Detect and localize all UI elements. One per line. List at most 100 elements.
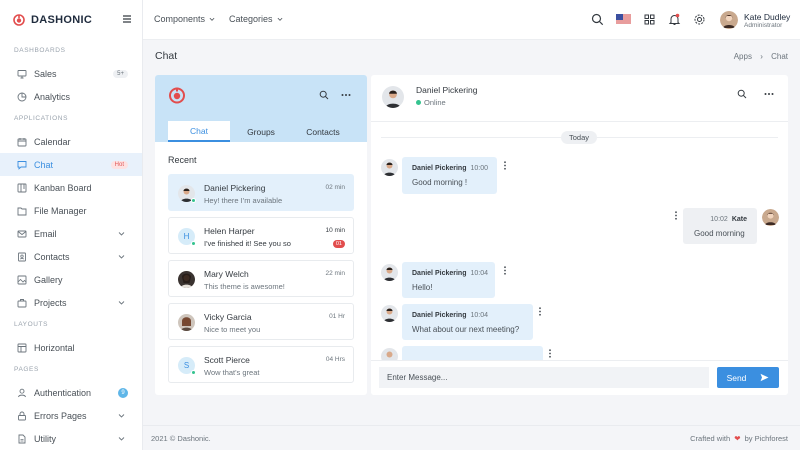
components-menu[interactable]: Components <box>154 14 215 24</box>
more-vertical-icon[interactable] <box>548 349 552 358</box>
sidebar-item-sales[interactable]: Sales 5+ <box>0 62 142 85</box>
message-bubble: Daniel Pickering 10:04 What about our nex… <box>402 304 533 340</box>
message-text: Good morning <box>694 229 745 238</box>
section-title-applications: APPLICATIONS <box>14 115 69 122</box>
conversation-name: Mary Welch <box>204 269 249 279</box>
conversation-time: 22 min <box>325 270 345 277</box>
section-title-dashboards: DASHBOARDS <box>14 47 66 54</box>
message-input[interactable] <box>379 367 709 388</box>
sender-name: Daniel Pickering <box>412 270 467 277</box>
send-button[interactable]: Send <box>717 367 779 388</box>
gear-icon[interactable] <box>693 13 706 26</box>
categories-menu[interactable]: Categories <box>229 14 283 24</box>
list-item[interactable]: S Scott Pierce Wow that's great 04 Hrs <box>168 346 354 383</box>
sidebar-item-label: Gallery <box>34 274 63 285</box>
recent-label: Recent <box>168 155 197 165</box>
list-item[interactable]: Daniel Pickering Hey! there I'm availabl… <box>168 174 354 211</box>
sender-name: Daniel Pickering <box>412 312 467 319</box>
sidebar-item-label: Email <box>34 228 57 239</box>
send-button-label: Send <box>726 372 747 383</box>
more-horizontal-icon[interactable] <box>341 93 351 97</box>
credits-prefix: Crafted with <box>690 434 731 443</box>
sidebar-item-label: Utility <box>34 433 56 444</box>
mail-icon <box>17 230 27 237</box>
online-status-dot <box>416 100 421 105</box>
conversation-preview: Wow that's great <box>204 368 260 377</box>
brand-name: DASHONIC <box>31 14 93 26</box>
sidebar-item-horizontal[interactable]: Horizontal <box>0 336 142 359</box>
sidebar-item-errors-pages[interactable]: Errors Pages <box>0 404 142 427</box>
bell-icon[interactable] <box>668 13 681 26</box>
chat-list-header: Chat Groups Contacts <box>155 75 367 142</box>
avatar <box>381 264 398 281</box>
sidebar-item-label: Analytics <box>34 91 71 102</box>
conversation-time: 02 min <box>325 184 345 191</box>
avatar <box>382 86 404 108</box>
page-title: Chat <box>155 50 178 62</box>
file-icon <box>18 434 26 443</box>
conversation-name: Daniel Pickering <box>204 183 266 193</box>
message-composer: Send <box>371 360 788 395</box>
sidebar-item-file-manager[interactable]: File Manager <box>0 199 142 222</box>
apps-grid-icon[interactable] <box>643 13 656 26</box>
day-separator: Today <box>561 131 598 144</box>
user-info: Kate Dudley Administrator <box>744 12 790 29</box>
sidebar-item-utility[interactable]: Utility <box>0 427 142 450</box>
us-flag-icon[interactable] <box>616 14 631 25</box>
conversation-preview: I've finished it! See you so <box>204 239 291 248</box>
list-item[interactable]: H Helen Harper I've finished it! See you… <box>168 217 354 254</box>
message-time: 10:02 <box>710 216 728 223</box>
heart-icon: ❤ <box>734 434 741 443</box>
conversation-header: Daniel Pickering Online <box>371 75 788 122</box>
brand[interactable]: DASHONIC <box>0 0 142 40</box>
top-navigation: Components Categories <box>154 14 283 24</box>
conversation-preview: Hey! there I'm available <box>204 196 283 205</box>
sidebar-item-chat[interactable]: Chat Hot <box>0 153 142 176</box>
tab-contacts[interactable]: Contacts <box>292 121 354 142</box>
message-text: Good morning ! <box>412 178 468 187</box>
chevron-down-icon <box>118 437 125 441</box>
more-vertical-icon[interactable] <box>674 211 678 220</box>
sidebar-item-email[interactable]: Email <box>0 222 142 245</box>
breadcrumb-apps[interactable]: Apps <box>734 52 752 61</box>
list-item[interactable]: Mary Welch This theme is awesome! 22 min <box>168 260 354 297</box>
credits-suffix: by Pichforest <box>744 434 788 443</box>
authentication-badge: 9 <box>118 387 128 398</box>
sidebar-item-kanban-board[interactable]: Kanban Board <box>0 176 142 199</box>
sidebar-item-authentication[interactable]: Authentication 9 <box>0 381 142 404</box>
chat-hot-badge: Hot <box>110 160 128 169</box>
sidebar-item-contacts[interactable]: Contacts <box>0 245 142 268</box>
layout-icon <box>17 343 27 352</box>
hamburger-menu-icon[interactable] <box>122 14 132 24</box>
search-icon[interactable] <box>591 13 604 26</box>
sidebar-item-calendar[interactable]: Calendar <box>0 130 142 153</box>
credits: Crafted with ❤ by Pichforest <box>690 434 788 443</box>
topbar: Components Categories Kate Dudley Admini… <box>143 0 800 40</box>
message-bubble: 10:02 Kate Good morning <box>683 208 757 244</box>
message-text: What about our next meeting? <box>412 325 520 334</box>
sidebar-item-gallery[interactable]: Gallery <box>0 268 142 291</box>
message-bubble: Daniel Pickering 10:00 Good morning ! <box>402 157 497 194</box>
sidebar-item-label: Authentication <box>34 387 92 398</box>
user-menu[interactable]: Kate Dudley Administrator <box>720 11 790 29</box>
sidebar-item-analytics[interactable]: Analytics <box>0 85 142 108</box>
more-horizontal-icon[interactable] <box>764 92 774 96</box>
user-icon <box>18 388 26 397</box>
dashonic-logo-icon <box>13 14 25 26</box>
search-icon[interactable] <box>319 90 329 100</box>
message-time: 10:00 <box>470 165 488 172</box>
more-vertical-icon[interactable] <box>538 307 542 316</box>
categories-menu-label: Categories <box>229 14 273 24</box>
more-vertical-icon[interactable] <box>503 266 507 275</box>
search-icon[interactable] <box>737 89 747 99</box>
breadcrumb: Apps › Chat <box>734 52 788 61</box>
briefcase-icon <box>17 298 27 307</box>
more-vertical-icon[interactable] <box>503 161 507 170</box>
sales-badge: 5+ <box>113 69 128 78</box>
tab-chat[interactable]: Chat <box>168 121 230 142</box>
tab-groups[interactable]: Groups <box>230 121 292 142</box>
chat-tabs: Chat Groups Contacts <box>168 121 354 142</box>
conversation-time: 01 Hr <box>329 313 345 320</box>
sidebar-item-projects[interactable]: Projects <box>0 291 142 314</box>
list-item[interactable]: Vicky Garcia Nice to meet you 01 Hr <box>168 303 354 340</box>
